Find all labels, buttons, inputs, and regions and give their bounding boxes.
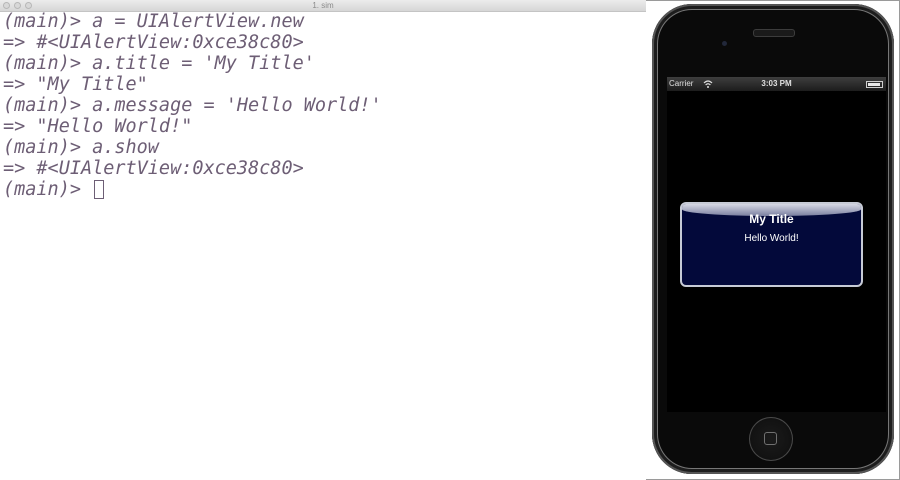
terminal-line: (main)> a.title = 'My Title' [3,53,315,74]
terminal-line: (main)> a.show [3,137,159,158]
simulator-screen[interactable]: Carrier 3:03 PM My Title Hello World! [667,77,886,412]
alert-message: Hello World! [744,233,799,244]
terminal-window[interactable]: 1. sim (main)> a = UIAlertView.new => #<… [0,0,646,480]
terminal-prompt-line[interactable]: (main)> [3,179,382,200]
text-cursor [94,180,105,199]
home-square-icon [764,432,777,445]
battery-level [868,83,880,86]
terminal-line: => #<UIAlertView:0xce38c80> [3,32,304,53]
status-bar: Carrier 3:03 PM [667,77,886,91]
terminal-line: => "Hello World!" [3,116,193,137]
terminal-output[interactable]: (main)> a = UIAlertView.new => #<UIAlert… [3,11,382,200]
terminal-line: (main)> a.message = 'Hello World!' [3,95,382,116]
alert-title: My Title [749,212,794,226]
home-button[interactable] [749,417,793,461]
earpiece-speaker [753,29,795,37]
battery-icon [866,81,883,88]
front-camera-icon [722,41,727,46]
alert-view[interactable]: My Title Hello World! [680,202,863,287]
window-title: 1. sim [312,1,334,10]
status-time: 3:03 PM [761,79,792,88]
terminal-line: (main)> a = UIAlertView.new [3,11,304,32]
terminal-line: => #<UIAlertView:0xce38c80> [3,158,304,179]
terminal-prompt: (main)> [3,179,93,200]
iphone-simulator: Carrier 3:03 PM My Title Hello World! [652,4,894,474]
terminal-line: => "My Title" [3,74,148,95]
